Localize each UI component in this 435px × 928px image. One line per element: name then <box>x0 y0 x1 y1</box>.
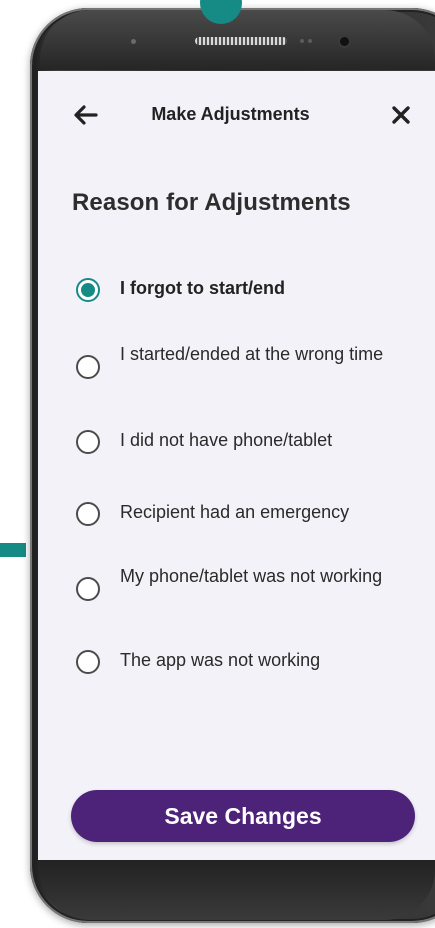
save-changes-button[interactable]: Save Changes <box>71 790 415 842</box>
radio-unselected-icon[interactable] <box>76 650 100 674</box>
reason-option-emergency[interactable]: Recipient had an emergency <box>76 500 406 526</box>
option-label: I started/ended at the wrong time <box>120 344 384 364</box>
radio-unselected-icon[interactable] <box>76 577 100 601</box>
header: Make Adjustments <box>38 71 435 159</box>
speaker-dot <box>308 39 312 43</box>
reason-option-forgot[interactable]: I forgot to start/end <box>76 276 406 302</box>
option-label: The app was not working <box>120 650 321 670</box>
option-label: Recipient had an emergency <box>120 502 350 522</box>
app-screen: Make Adjustments Reason for Adjustments … <box>38 71 435 860</box>
arrow-left-icon[interactable] <box>72 101 100 129</box>
option-label: I forgot to start/end <box>120 278 285 298</box>
radio-unselected-icon[interactable] <box>76 355 100 379</box>
stage: Make Adjustments Reason for Adjustments … <box>0 0 435 928</box>
phone-bottom-bezel <box>40 860 435 920</box>
reason-option-device-not-working[interactable]: My phone/tablet was not working <box>76 564 406 601</box>
close-icon <box>392 106 410 124</box>
reason-option-wrong-time[interactable]: I started/ended at the wrong time <box>76 342 406 379</box>
close-icon[interactable] <box>390 104 412 126</box>
section-title: Reason for Adjustments <box>72 189 351 216</box>
front-camera <box>340 37 349 46</box>
option-label: I did not have phone/tablet <box>120 430 333 450</box>
reason-option-app-not-working[interactable]: The app was not working <box>76 648 406 674</box>
reason-option-no-device[interactable]: I did not have phone/tablet <box>76 428 406 454</box>
radio-unselected-icon[interactable] <box>76 430 100 454</box>
arrow-left-icon <box>74 105 98 125</box>
side-marker <box>0 543 26 557</box>
radio-selected-icon[interactable] <box>76 278 100 302</box>
earpiece-speaker <box>195 37 287 45</box>
speaker-dot <box>300 39 304 43</box>
page-title: Make Adjustments <box>151 104 310 124</box>
radio-unselected-icon[interactable] <box>76 502 100 526</box>
proximity-sensor <box>131 39 136 44</box>
option-label: My phone/tablet was not working <box>120 566 383 586</box>
